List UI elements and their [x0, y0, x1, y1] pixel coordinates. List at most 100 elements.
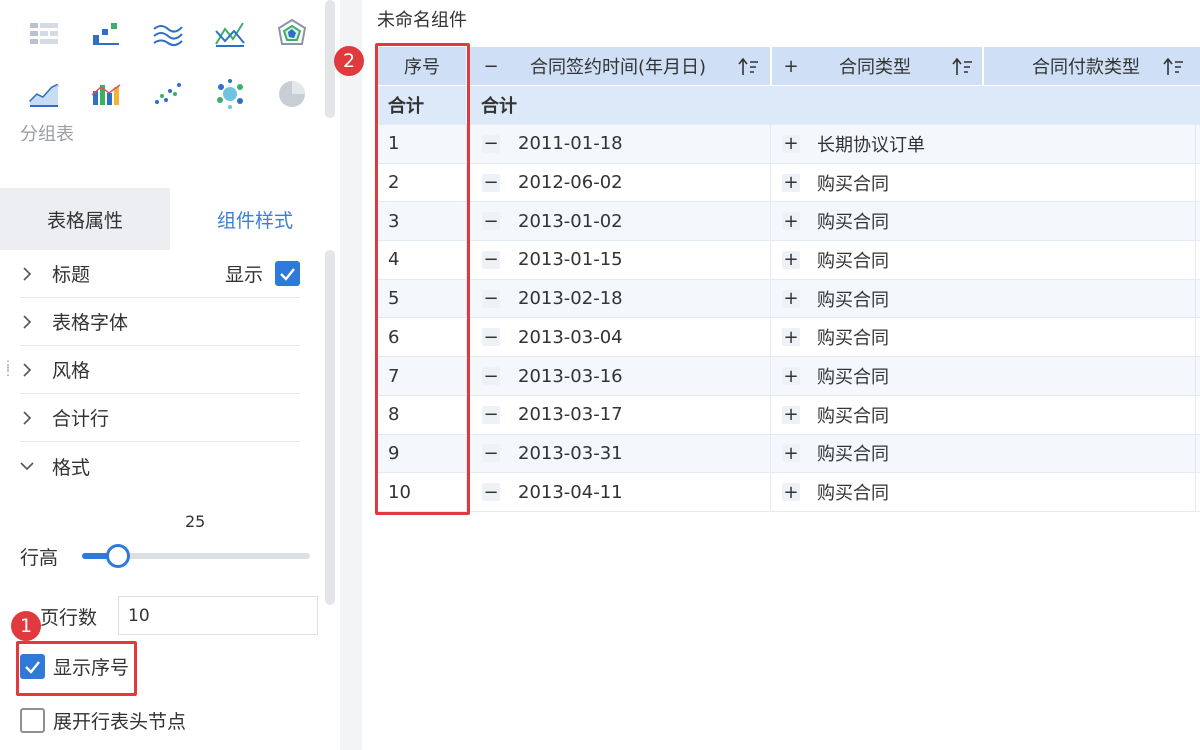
area-line-icon[interactable] — [151, 17, 185, 51]
table-row[interactable]: 10−2013-04-11 + 购买合同 — [378, 473, 1200, 512]
date-cell: 2013-03-16 — [518, 365, 623, 387]
tab-component-style[interactable]: 组件样式 — [170, 188, 340, 250]
section-style[interactable]: 风格 — [20, 346, 300, 394]
section-table-font-label: 表格字体 — [52, 312, 129, 334]
expand-icon[interactable]: + — [782, 319, 800, 357]
collapse-icon[interactable]: − — [482, 357, 500, 395]
scatter-chart-icon[interactable] — [151, 77, 185, 111]
section-total-row-label: 合计行 — [52, 408, 110, 430]
sort-icon[interactable] — [1163, 57, 1185, 77]
annotation-box-1 — [16, 641, 137, 696]
collapse-icon[interactable]: − — [482, 164, 500, 202]
resize-grip-icon[interactable]: ⋮ ⋮ — [2, 359, 14, 377]
expand-icon[interactable]: + — [782, 473, 800, 511]
section-format-label: 格式 — [52, 456, 91, 479]
chevron-right-icon — [20, 410, 52, 425]
bubble-chart-icon[interactable] — [213, 77, 247, 111]
date-cell: 2013-03-17 — [518, 404, 623, 426]
group-table-label: 分组表 — [20, 124, 74, 145]
contract-type-cell: 长期协议订单 — [817, 134, 925, 156]
section-title-label: 标题 — [52, 264, 91, 286]
expand-header-label: 展开行表头节点 — [53, 711, 187, 733]
collapse-icon[interactable]: − — [482, 241, 500, 279]
expand-icon[interactable]: + — [782, 47, 800, 85]
table-row[interactable]: 6−2013-03-04 + 购买合同 — [378, 318, 1200, 358]
sort-icon[interactable] — [738, 57, 760, 77]
section-style-label: 风格 — [52, 360, 91, 382]
chevron-right-icon — [20, 362, 52, 377]
radar-chart-icon[interactable] — [275, 17, 309, 51]
collapse-icon[interactable]: − — [482, 280, 500, 318]
table-row[interactable]: 7−2013-03-16 + 购买合同 — [378, 357, 1200, 396]
panel-divider[interactable] — [340, 0, 362, 750]
settings-panel: 分组表 表格属性 组件样式 标题 显示 表格字体 风格 合计行 格式 25 行高… — [0, 0, 340, 750]
table-row[interactable]: 5−2013-02-18 + 购买合同 — [378, 279, 1200, 319]
trend-line-icon[interactable] — [27, 77, 61, 111]
row-height-label: 行高 — [20, 547, 59, 569]
expand-icon[interactable]: + — [782, 241, 800, 279]
pie-chart-icon[interactable] — [275, 77, 309, 111]
section-title[interactable]: 标题 显示 — [20, 250, 300, 298]
section-total-row[interactable]: 合计行 — [20, 394, 300, 442]
contract-type-cell: 购买合同 — [817, 328, 889, 350]
table-row[interactable]: 2−2012-06-02 + 购买合同 — [378, 163, 1200, 203]
expand-header-option[interactable]: 展开行表头节点 — [20, 707, 186, 734]
date-cell: 2011-01-18 — [518, 133, 623, 155]
expand-icon[interactable]: + — [782, 435, 800, 473]
bar-chart-icon[interactable] — [89, 17, 123, 51]
row-height-slider[interactable] — [82, 544, 310, 568]
table-row[interactable]: 1−2011-01-18 + 长期协议订单 — [378, 125, 1200, 164]
expand-icon[interactable]: + — [782, 125, 800, 163]
show-title-toggle[interactable]: 显示 — [225, 260, 300, 287]
collapse-icon[interactable]: − — [482, 202, 500, 240]
collapse-icon[interactable]: − — [482, 435, 500, 473]
panel-tabs: 表格属性 组件样式 — [0, 188, 340, 250]
header-contract-type[interactable]: 合同类型 — [839, 47, 911, 85]
show-title-checkbox[interactable] — [275, 261, 300, 286]
expand-icon[interactable]: + — [782, 164, 800, 202]
page-rows-label: 页行数 — [40, 607, 98, 629]
expand-icon[interactable]: + — [782, 280, 800, 318]
row-height-value: 25 — [185, 512, 206, 531]
chevron-right-icon — [20, 266, 52, 281]
section-format[interactable]: 格式 — [20, 442, 300, 490]
annotation-badge-1: 1 — [11, 611, 41, 641]
expand-icon[interactable]: + — [782, 357, 800, 395]
date-cell: 2012-06-02 — [518, 172, 623, 194]
collapse-icon[interactable]: − — [482, 396, 500, 434]
collapse-icon[interactable]: − — [482, 473, 500, 511]
date-cell: 2013-03-31 — [518, 442, 623, 464]
sort-icon[interactable] — [952, 57, 974, 77]
collapse-icon[interactable]: − — [482, 125, 500, 163]
expand-icon[interactable]: + — [782, 396, 800, 434]
slider-thumb[interactable] — [106, 544, 131, 568]
component-title[interactable]: 未命名组件 — [377, 6, 467, 32]
grouped-table-icon[interactable] — [27, 17, 61, 51]
combo-chart-icon[interactable] — [89, 77, 123, 111]
date-cell: 2013-03-04 — [518, 326, 623, 348]
contract-type-cell: 购买合同 — [817, 483, 889, 505]
page-rows-input[interactable] — [118, 596, 318, 635]
header-sign-date[interactable]: 合同签约时间(年月日) — [530, 47, 706, 85]
table-row[interactable]: 3−2013-01-02 + 购买合同 — [378, 202, 1200, 242]
tab-table-properties[interactable]: 表格属性 — [0, 188, 170, 250]
radar-line-icon[interactable] — [213, 17, 247, 51]
check-icon — [280, 268, 295, 281]
chevron-right-icon — [20, 314, 52, 329]
expand-header-checkbox[interactable] — [20, 708, 45, 733]
collapse-icon[interactable]: − — [482, 319, 500, 357]
collapse-icon[interactable]: − — [482, 47, 500, 85]
table-row[interactable]: 4−2013-01-15 + 购买合同 — [378, 241, 1200, 280]
date-cell: 2013-02-18 — [518, 288, 623, 310]
contract-type-cell: 购买合同 — [817, 444, 889, 466]
total-row: 合计 合计 — [378, 86, 1200, 125]
table-row[interactable]: 9−2013-03-31 + 购买合同 — [378, 434, 1200, 474]
header-payment-type[interactable]: 合同付款类型 — [1032, 47, 1140, 85]
section-table-font[interactable]: 表格字体 — [20, 298, 300, 346]
expand-icon[interactable]: + — [782, 202, 800, 240]
total-value-cell: 合计 — [481, 96, 517, 117]
annotation-badge-2: 2 — [334, 46, 364, 76]
contract-type-cell: 购买合同 — [817, 173, 889, 195]
settings-scrollbar[interactable] — [325, 250, 335, 605]
table-row[interactable]: 8−2013-03-17 + 购买合同 — [378, 395, 1200, 435]
